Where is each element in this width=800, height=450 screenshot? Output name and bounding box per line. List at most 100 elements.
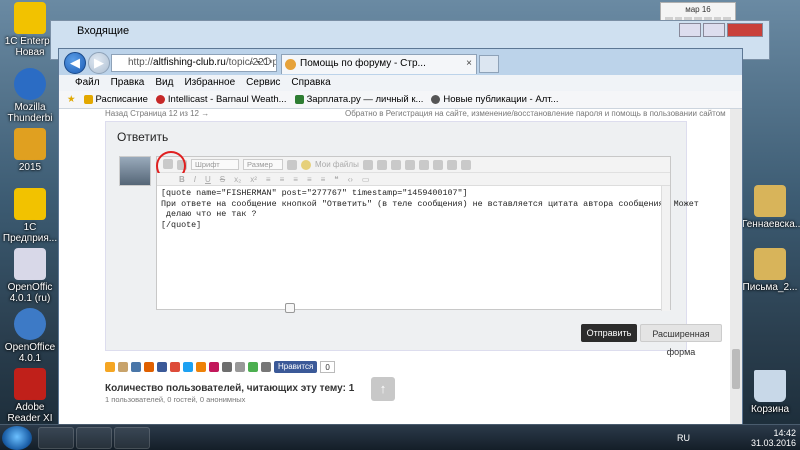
- paste-icon[interactable]: [432, 159, 443, 170]
- tab-help-forum[interactable]: Помощь по форуму - Стр... ×: [281, 54, 477, 74]
- 1c-icon: [14, 188, 46, 220]
- media-icon[interactable]: [362, 159, 373, 170]
- vk-icon[interactable]: [131, 362, 141, 372]
- editor-scrollbar[interactable]: [661, 186, 670, 311]
- page-content: Назад Страница 12 из 12 → Обратно в Реги…: [59, 109, 742, 427]
- blogger-icon[interactable]: [144, 362, 154, 372]
- menu-view[interactable]: Вид: [155, 75, 173, 91]
- facebook-icon[interactable]: [157, 362, 167, 372]
- favorite-link-zarplata[interactable]: Зарплата.ру — личный к...: [294, 91, 423, 108]
- livejournal-icon[interactable]: [222, 362, 232, 372]
- submit-button[interactable]: Отправить: [581, 324, 637, 342]
- italic-icon[interactable]: I: [194, 175, 196, 184]
- maximize-button[interactable]: [703, 23, 725, 37]
- avatar: [119, 156, 151, 186]
- desktop-icon-1c-predpriyatie[interactable]: 1С Предприя...: [2, 188, 58, 244]
- page-scrollbar[interactable]: [730, 109, 742, 427]
- scroll-top-button[interactable]: ↑: [371, 377, 395, 401]
- close-button[interactable]: [727, 23, 763, 37]
- favorite-link-schedule[interactable]: Расписание: [83, 91, 148, 108]
- bullet-list-icon[interactable]: ≡: [266, 175, 271, 184]
- twitter-icon[interactable]: [183, 362, 193, 372]
- language-indicator[interactable]: RU: [677, 433, 690, 443]
- numbered-list-icon[interactable]: ≡: [280, 175, 285, 184]
- desktop-icon-openoffice[interactable]: OpenOffice 4.0.1: [2, 308, 58, 364]
- source-button[interactable]: [156, 150, 186, 181]
- desktop-icon-openoffice-ru[interactable]: OpenOffic 4.0.1 (ru): [2, 248, 58, 304]
- size-select[interactable]: Размер: [243, 159, 283, 170]
- menu-tools[interactable]: Сервис: [246, 75, 280, 91]
- subscript-icon[interactable]: x₂: [234, 175, 241, 184]
- align-left-icon[interactable]: ≡: [293, 175, 298, 184]
- editor-content[interactable]: [quote name="FISHERMAN" post="277767" ti…: [161, 188, 699, 230]
- spellcheck-icon[interactable]: [460, 159, 471, 170]
- post-editor[interactable]: Шрифт Размер Мои файлы B I U S x₂ x² ≡ ≡…: [156, 150, 699, 313]
- favorite-link-intellicast[interactable]: Intellicast - Barnaul Weath...: [155, 91, 287, 108]
- forward-button[interactable]: ▶: [88, 52, 110, 74]
- editor-resize-handle[interactable]: [285, 303, 295, 313]
- print-icon[interactable]: [235, 362, 245, 372]
- start-button[interactable]: [2, 426, 32, 450]
- align-right-icon[interactable]: ≡: [321, 175, 326, 184]
- openoffice-icon: [14, 308, 46, 340]
- email-icon[interactable]: [261, 362, 271, 372]
- emoticon-icon[interactable]: [301, 159, 311, 170]
- taskbar-icq-icon[interactable]: [38, 427, 74, 449]
- reply-form: Ответить Шрифт Размер Мои файлы B I U S …: [105, 121, 722, 357]
- browser-window: ◀ ▶ http://altfishing-club.ru/topic/221-…: [58, 48, 743, 427]
- link-icon[interactable]: [376, 159, 387, 170]
- redo-icon[interactable]: [404, 159, 415, 170]
- desktop-icon-folder-2[interactable]: Письма_2...: [742, 248, 798, 293]
- browser-nav-row: ◀ ▶ http://altfishing-club.ru/topic/221-…: [59, 49, 742, 75]
- editor-toolbar-bottom: B I U S x₂ x² ≡ ≡ ≡ ≡ ≡ ❝ ‹› ▭: [157, 173, 670, 186]
- menu-edit[interactable]: Правка: [111, 75, 145, 91]
- favorite-link-publications[interactable]: Новые публикации - Алт...: [431, 91, 558, 108]
- bookmark-icon: [83, 95, 93, 104]
- like-button[interactable]: Нравится: [274, 361, 318, 373]
- editor-toolbar-top: Шрифт Размер Мои файлы: [156, 150, 670, 181]
- desktop-icon-folder-1[interactable]: Геннаевска...: [742, 185, 800, 230]
- desktop-icon-2015[interactable]: 2015: [2, 128, 58, 173]
- desktop-icon-recycle-bin[interactable]: Корзина: [742, 370, 798, 415]
- menu-file[interactable]: Файл: [75, 75, 100, 91]
- download-icon[interactable]: [248, 362, 258, 372]
- code-icon[interactable]: ‹›: [348, 175, 353, 184]
- search-icon[interactable]: ⌕ ▾ ⟳: [249, 57, 272, 68]
- spoiler-icon[interactable]: ▭: [362, 175, 370, 184]
- desktop-icon-thunderbird[interactable]: Mozilla Thunderbi: [2, 68, 58, 124]
- superscript-icon[interactable]: x²: [250, 175, 257, 184]
- undo-icon[interactable]: [390, 159, 401, 170]
- favorites-star-icon[interactable]: ★: [67, 91, 76, 108]
- align-center-icon[interactable]: ≡: [307, 175, 312, 184]
- google-icon[interactable]: [170, 362, 180, 372]
- share-icon[interactable]: [118, 362, 128, 372]
- strike-icon[interactable]: S: [220, 175, 225, 184]
- clock[interactable]: 14:42 31.03.2016: [751, 428, 796, 448]
- taskbar-thunderbird-icon[interactable]: [114, 427, 150, 449]
- scrollbar-thumb[interactable]: [732, 349, 740, 389]
- weather-icon: [155, 95, 165, 104]
- forum-icon: [431, 95, 441, 104]
- desktop-icon-adobe-reader[interactable]: Adobe Reader XI: [2, 368, 58, 424]
- advanced-form-button[interactable]: Расширенная форма: [640, 324, 722, 357]
- calendar-month: мар 16: [685, 5, 711, 14]
- odnoklassniki-icon[interactable]: [196, 362, 206, 372]
- copy-icon[interactable]: [418, 159, 429, 170]
- bold-icon[interactable]: B: [179, 175, 185, 184]
- text-color-icon[interactable]: [287, 159, 297, 170]
- font-select[interactable]: Шрифт: [191, 159, 239, 170]
- my-files-button[interactable]: Мои файлы: [315, 160, 359, 169]
- quote-icon[interactable]: ❝: [334, 175, 338, 184]
- minimize-button[interactable]: [679, 23, 701, 37]
- menu-favorites[interactable]: Избранное: [184, 75, 235, 91]
- paste-text-icon[interactable]: [446, 159, 457, 170]
- document-icon: [14, 248, 46, 280]
- taskbar-ie-icon[interactable]: [76, 427, 112, 449]
- new-tab-button[interactable]: [479, 55, 499, 73]
- myworld-icon[interactable]: [209, 362, 219, 372]
- underline-icon[interactable]: U: [205, 175, 211, 184]
- share-icon[interactable]: [105, 362, 115, 372]
- back-button[interactable]: ◀: [64, 52, 86, 74]
- tab-close-icon[interactable]: ×: [466, 55, 472, 73]
- menu-help[interactable]: Справка: [291, 75, 330, 91]
